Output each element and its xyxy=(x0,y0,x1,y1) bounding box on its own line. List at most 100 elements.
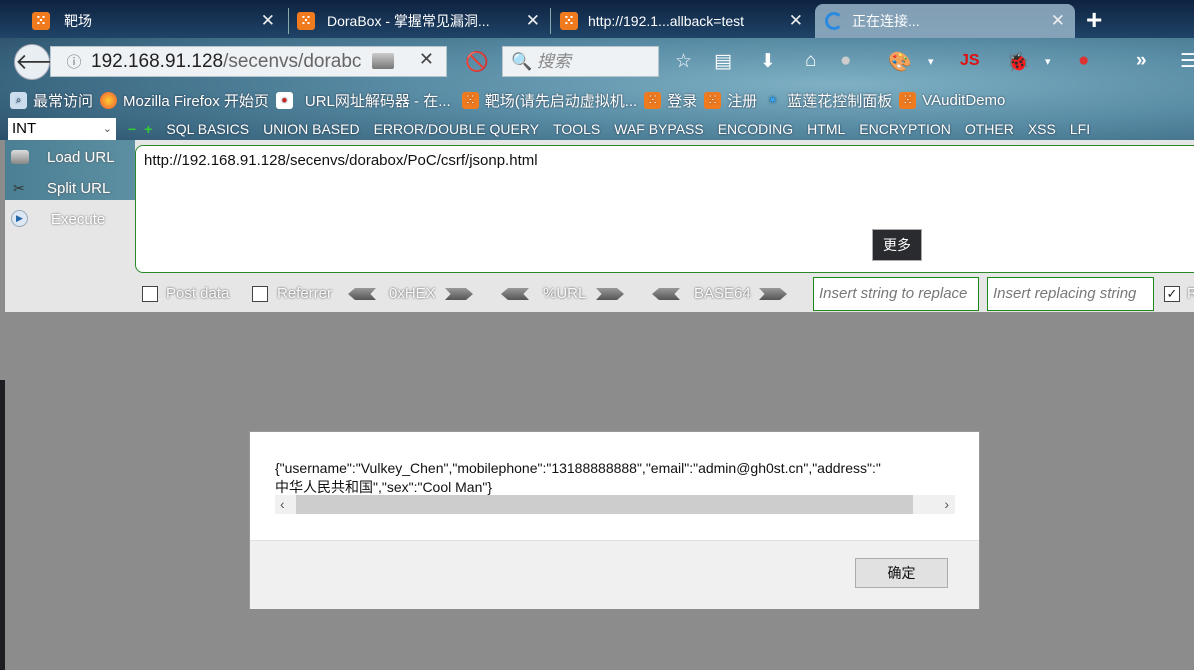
url-path: /secenvs/dorabc xyxy=(223,50,362,72)
dropdown-icon[interactable]: ▾ xyxy=(928,55,934,68)
post-data-checkbox[interactable] xyxy=(142,286,158,302)
bookmark-star-icon[interactable]: ☆ xyxy=(675,50,692,73)
alert-message: {"username":"Vulkey_Chen","mobilephone":… xyxy=(275,459,955,497)
search-input[interactable]: 🔍 搜索 xyxy=(502,46,659,77)
replace-input[interactable]: Insert string to replace xyxy=(813,277,979,311)
addon-globe-icon[interactable]: ● xyxy=(840,50,851,72)
menu-html[interactable]: HTML xyxy=(807,121,845,137)
nav-toolbar: 🡐 ⓘ 192.168.91.128/secenvs/dorabc ✕ 🚫 🔍 … xyxy=(0,40,1194,84)
split-url-button[interactable]: Split URL xyxy=(47,180,110,197)
lotus-icon: ❀ xyxy=(768,94,777,106)
bookmark-label: URL网址解码器 - 在... xyxy=(304,92,451,110)
loading-spinner-icon xyxy=(825,12,843,30)
menu-tools[interactable]: TOOLS xyxy=(553,121,600,137)
url-decode-arrow-icon[interactable] xyxy=(501,288,529,300)
bookmark-url-decoder[interactable]: ● URL网址解码器 - 在... xyxy=(275,90,451,111)
bookmark-label: 最常访问 xyxy=(33,92,94,110)
menu-error-double-query[interactable]: ERROR/DOUBLE QUERY xyxy=(374,121,539,137)
menu-other[interactable]: OTHER xyxy=(965,121,1014,137)
tab-title: 靶场 xyxy=(64,13,92,29)
overflow-chevron-icon[interactable]: » xyxy=(1136,50,1147,72)
scrollbar-thumb[interactable] xyxy=(296,495,913,514)
bug-icon[interactable]: 🐞 xyxy=(1006,50,1030,74)
referrer-label: Referrer xyxy=(277,285,333,302)
tab-title: DoraBox - 掌握常见漏洞... xyxy=(327,13,490,29)
ok-button[interactable]: 确定 xyxy=(855,558,948,588)
alert-message-line: {"username":"Vulkey_Chen","mobilephone":… xyxy=(275,460,881,476)
execute-button[interactable]: Execute xyxy=(51,211,105,228)
execute-icon: ▶ xyxy=(11,210,28,227)
replace-all-label: R xyxy=(1187,285,1194,302)
bookmark-register[interactable]: ⵘ 注册 xyxy=(704,90,757,111)
bookmarks-bar: ⌕ 最常访问 Mozilla Firefox 开始页 ● URL网址解码器 - 在.… xyxy=(0,88,1012,112)
increase-icon[interactable]: + xyxy=(144,121,152,137)
base64-encode-arrow-icon[interactable] xyxy=(759,288,787,300)
load-url-button[interactable]: Load URL xyxy=(47,149,115,166)
info-icon[interactable]: ⓘ xyxy=(57,51,91,72)
tab-title: 正在连接... xyxy=(852,13,920,29)
tab-range[interactable]: ⵘ 靶场 ✕ xyxy=(0,4,285,38)
menu-waf-bypass[interactable]: WAF BYPASS xyxy=(614,121,703,137)
bookmark-range[interactable]: ⵘ 靶场(请先启动虚拟机... xyxy=(458,90,637,111)
home-icon[interactable]: ⌂ xyxy=(805,50,816,72)
bookmark-vauditdemo[interactable]: ⵘ VAuditDemo xyxy=(899,91,1005,109)
menu-lfi[interactable]: LFI xyxy=(1070,121,1090,137)
tab-dorabox[interactable]: ⵘ DoraBox - 掌握常见漏洞... ✕ xyxy=(265,4,550,38)
menu-encoding[interactable]: ENCODING xyxy=(718,121,793,137)
bookmark-label: 注册 xyxy=(727,92,758,110)
decrease-icon[interactable]: − xyxy=(128,121,136,137)
type-select[interactable]: INT ⌄ xyxy=(8,118,116,140)
url-encode-arrow-icon[interactable] xyxy=(596,288,624,300)
noscript-icon[interactable]: 🚫 xyxy=(465,50,489,74)
base64-decode-arrow-icon[interactable] xyxy=(652,288,680,300)
menu-encryption[interactable]: ENCRYPTION xyxy=(859,121,951,137)
referrer-checkbox[interactable] xyxy=(252,286,268,302)
menu-union-based[interactable]: UNION BASED xyxy=(263,121,359,137)
hex-label: 0xHEX xyxy=(389,285,436,302)
menu-sql-basics[interactable]: SQL BASICS xyxy=(166,121,249,137)
replace-all-checkbox[interactable]: ✓ xyxy=(1164,286,1180,302)
chevron-down-icon: ⌄ xyxy=(102,123,112,135)
close-tab-icon[interactable]: ✕ xyxy=(789,11,803,31)
addon-red-icon[interactable]: ● xyxy=(1078,50,1089,72)
url-textarea[interactable]: http://192.168.91.128/secenvs/dorabox/Po… xyxy=(135,145,1194,273)
tab-connecting[interactable]: 正在连接... ✕ xyxy=(815,4,1075,38)
site-icon: ● xyxy=(275,91,293,109)
xampp-icon: ⵘ xyxy=(560,12,578,30)
download-icon[interactable]: ⬇ xyxy=(760,50,776,73)
bookmark-most-visited[interactable]: ⌕ 最常访问 xyxy=(0,90,93,111)
back-button[interactable]: 🡐 xyxy=(14,44,74,80)
hackbar-options: Post data Referrer 0xHEX %URL BASE64 Ins… xyxy=(5,276,1194,312)
hackbar-menu: INT ⌄ − + SQL BASICS UNION BASED ERROR/DO… xyxy=(0,118,1194,140)
scroll-right-icon[interactable]: › xyxy=(944,495,949,514)
bookmark-lotus[interactable]: ❀ 蓝莲花控制面板 xyxy=(764,90,893,111)
hex-encode-arrow-icon[interactable] xyxy=(445,288,473,300)
dialog-footer: 确定 xyxy=(250,540,979,609)
tab-bar: ⵘ 靶场 ✕ ⵘ DoraBox - 掌握常见漏洞... ✕ ⵘ http://… xyxy=(0,0,1194,38)
reading-list-icon[interactable]: ▤ xyxy=(714,50,732,73)
hex-decode-arrow-icon[interactable] xyxy=(348,288,376,300)
load-url-icon xyxy=(11,150,29,164)
xampp-icon: ⵘ xyxy=(704,91,722,109)
bookmark-firefox[interactable]: Mozilla Firefox 开始页 xyxy=(100,90,269,111)
desktop-edge xyxy=(0,380,5,670)
menu-icon[interactable]: ☰ xyxy=(1180,50,1194,73)
palette-icon[interactable]: 🎨 xyxy=(888,50,912,74)
replacing-input[interactable]: Insert replacing string xyxy=(987,277,1154,311)
bookmark-label: 登录 xyxy=(667,92,698,110)
stop-icon[interactable]: ✕ xyxy=(419,49,434,70)
close-tab-icon[interactable]: ✕ xyxy=(1051,11,1065,31)
base64-label: BASE64 xyxy=(694,285,751,302)
horizontal-scrollbar[interactable]: ‹ › xyxy=(275,495,955,514)
dropdown-icon[interactable]: ▾ xyxy=(1045,55,1051,68)
url-host: 192.168.91.128 xyxy=(91,50,224,72)
drive-icon[interactable] xyxy=(372,53,394,69)
tab-title: http://192.1...allback=test xyxy=(588,13,745,29)
js-icon[interactable]: JS xyxy=(960,52,980,70)
menu-xss[interactable]: XSS xyxy=(1028,121,1056,137)
scroll-left-icon[interactable]: ‹ xyxy=(280,495,285,514)
address-bar[interactable]: ⓘ 192.168.91.128/secenvs/dorabc ✕ xyxy=(50,46,447,77)
tab-callback[interactable]: ⵘ http://192.1...allback=test ✕ xyxy=(528,4,813,38)
bookmark-login[interactable]: ⵘ 登录 xyxy=(644,90,697,111)
new-tab-button[interactable]: + xyxy=(1086,4,1102,36)
